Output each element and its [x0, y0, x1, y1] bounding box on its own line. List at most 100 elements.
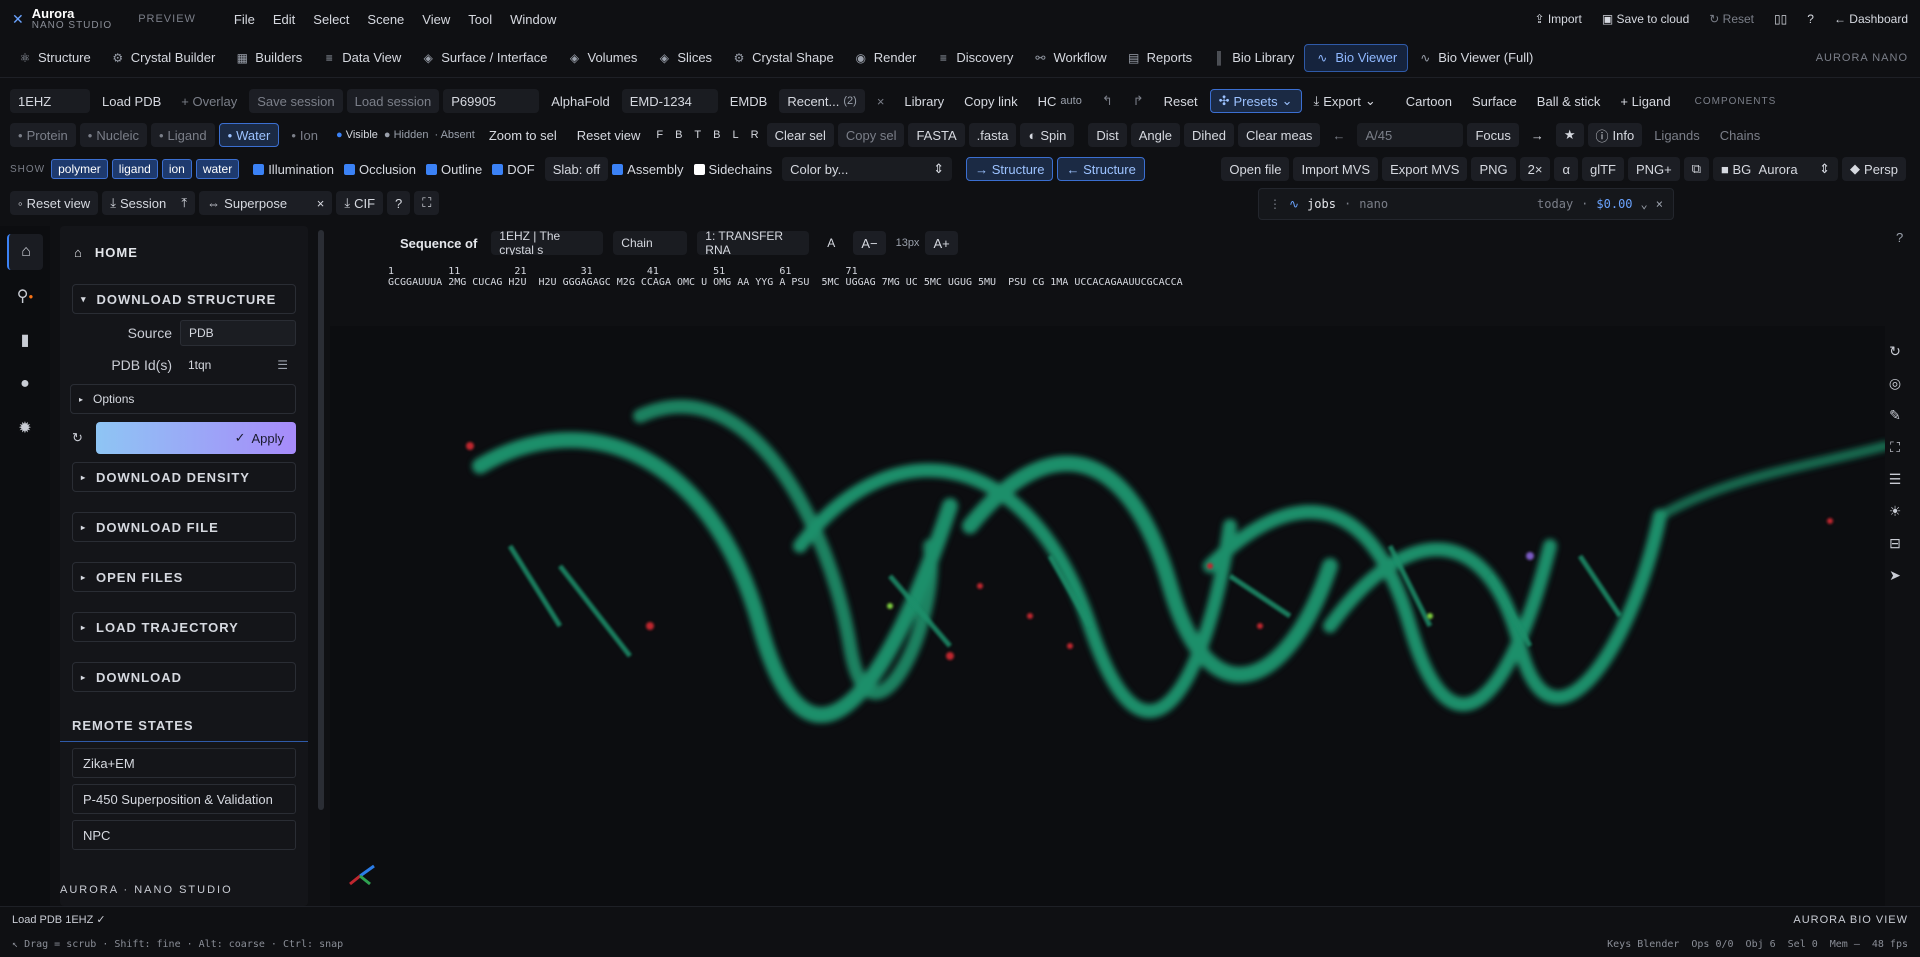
dist-button[interactable]: Dist	[1088, 123, 1127, 147]
save-cloud-button[interactable]: ▣ Save to cloud	[1602, 12, 1689, 26]
file-icon[interactable]: ▮	[7, 322, 43, 358]
uniprot-input[interactable]: P69905	[443, 89, 540, 113]
load-pdb-button[interactable]: Load PDB	[94, 89, 169, 113]
molecule-viewport[interactable]	[330, 326, 1885, 906]
copy-sel-button[interactable]: Copy sel	[837, 123, 905, 147]
view-top-button[interactable]: T	[690, 123, 705, 147]
nucleic-toggle[interactable]: • Nucleic	[79, 123, 147, 147]
options-section[interactable]: ▸ Options	[70, 384, 296, 414]
copy-link-button[interactable]: Copy link	[956, 89, 1025, 113]
apply-button[interactable]: ✓ Apply	[96, 422, 296, 454]
outline-checkbox[interactable]: Outline	[426, 162, 482, 177]
close-icon[interactable]: ×	[869, 89, 893, 113]
jobs-panel[interactable]: ⋮ ∿ jobs · nano today · $0.00 ⌄ ×	[1258, 188, 1674, 220]
source-select[interactable]: PDB	[180, 320, 296, 346]
pointer-icon[interactable]: ➤	[1878, 559, 1912, 591]
dashboard-link[interactable]: ← Dashboard	[1834, 12, 1908, 26]
sun-icon[interactable]: ☀	[1878, 495, 1912, 527]
pdb-id-input[interactable]: 1EHZ	[10, 89, 90, 113]
show-ion-pill[interactable]: ion	[161, 159, 192, 179]
tab-bio-library[interactable]: ║ Bio Library	[1202, 44, 1304, 72]
focus-button[interactable]: Focus	[1467, 123, 1519, 147]
open-file-button[interactable]: Open file	[1221, 157, 1290, 181]
entity-select[interactable]: 1EHZ | The crystal s	[491, 231, 604, 255]
illumination-checkbox[interactable]: Illumination	[253, 162, 334, 177]
expand-icon[interactable]: ⛶	[1878, 431, 1912, 463]
help-button[interactable]: ?	[1807, 12, 1814, 26]
tab-data-view[interactable]: ≡ Data View	[312, 44, 411, 72]
alphafold-button[interactable]: AlphaFold	[543, 89, 618, 113]
font-decrease-button[interactable]: A−	[853, 231, 886, 255]
cif-button[interactable]: ⤓ CIF	[336, 191, 384, 215]
menu-scene[interactable]: Scene	[367, 12, 404, 27]
surface-button[interactable]: Surface	[1464, 89, 1525, 113]
view-left-button[interactable]: L	[729, 123, 743, 147]
dihed-button[interactable]: Dihed	[1184, 123, 1234, 147]
download-density-section[interactable]: ▸ DOWNLOAD DENSITY	[72, 462, 296, 492]
fasta-download-button[interactable]: .fasta	[968, 123, 1017, 147]
perspective-button[interactable]: ◆ Persp	[1842, 157, 1906, 181]
view-back-button[interactable]: B	[671, 123, 686, 147]
tab-structure[interactable]: ⚛ Structure	[8, 44, 101, 72]
alpha-button[interactable]: α	[1554, 157, 1578, 181]
help-small-button[interactable]: ?	[387, 191, 411, 215]
view-bottom-button[interactable]: B	[709, 123, 724, 147]
tab-workflow[interactable]: ⚯ Workflow	[1023, 44, 1116, 72]
tab-surface-interface[interactable]: ◈ Surface / Interface	[411, 44, 557, 72]
tab-crystal-shape[interactable]: ⚙ Crystal Shape	[722, 44, 844, 72]
show-polymer-pill[interactable]: polymer	[51, 159, 108, 179]
tab-bio-viewer[interactable]: ∿ Bio Viewer	[1304, 43, 1409, 72]
menu-window[interactable]: Window	[510, 12, 556, 27]
hc-button[interactable]: HC auto	[1030, 89, 1090, 113]
ion-toggle[interactable]: • Ion	[283, 123, 326, 147]
circle-icon[interactable]: ●	[7, 366, 43, 402]
clear-meas-button[interactable]: Clear meas	[1237, 123, 1321, 147]
download-file-section[interactable]: ▸ DOWNLOAD FILE	[72, 512, 296, 542]
clear-sel-button[interactable]: Clear sel	[766, 123, 834, 147]
emdb-button[interactable]: EMDB	[722, 89, 776, 113]
bg-select[interactable]: ■ BG Aurora ⇕	[1713, 157, 1839, 181]
close-icon[interactable]: ×	[1656, 197, 1663, 211]
reset-view-button[interactable]: Reset view	[569, 123, 649, 147]
target-icon[interactable]: ◎	[1878, 367, 1912, 399]
library-button[interactable]: Library	[896, 89, 952, 113]
view-front-button[interactable]: F	[652, 123, 667, 147]
menu-view[interactable]: View	[422, 12, 450, 27]
tab-slices[interactable]: ◈ Slices	[647, 44, 722, 72]
reset-view-2-button[interactable]: ◦ Reset view	[10, 191, 99, 215]
export-button[interactable]: ⤓ Export ⌄	[1306, 89, 1384, 113]
import-mvs-button[interactable]: Import MVS	[1293, 157, 1379, 181]
copy-icon[interactable]: ⧉	[1683, 157, 1710, 181]
mode-button[interactable]: A	[819, 231, 843, 255]
save-session-button[interactable]: Save session	[249, 89, 343, 113]
load-session-button[interactable]: Load session	[346, 89, 440, 113]
show-water-pill[interactable]: water	[195, 159, 240, 179]
zoom-sel-button[interactable]: Zoom to sel	[481, 123, 565, 147]
menu-tool[interactable]: Tool	[468, 12, 492, 27]
tab-render[interactable]: ◉ Render	[844, 44, 927, 72]
menu-edit[interactable]: Edit	[273, 12, 295, 27]
home-header[interactable]: ⌂ HOME	[60, 226, 308, 278]
dof-checkbox[interactable]: DOF	[492, 162, 535, 177]
tab-crystal-builder[interactable]: ⚙ Crystal Builder	[101, 44, 226, 72]
remote-state-item[interactable]: P-450 Superposition & Validation	[72, 784, 296, 814]
redo-icon[interactable]: ↱	[1125, 89, 1152, 113]
home-icon[interactable]: ⌂	[7, 234, 43, 270]
menu-file[interactable]: File	[234, 12, 255, 27]
menu-select[interactable]: Select	[313, 12, 349, 27]
session-button[interactable]: ⤓ Session ⤒	[102, 191, 196, 215]
pdb-id-input[interactable]: 1tqn ☰	[180, 352, 296, 378]
load-trajectory-section[interactable]: ▸ LOAD TRAJECTORY	[72, 612, 296, 642]
open-files-section[interactable]: ▸ OPEN FILES	[72, 562, 296, 592]
remote-state-item[interactable]: Zika+EM	[72, 748, 296, 778]
chevron-down-icon[interactable]: ⌄	[1641, 197, 1648, 211]
ball-stick-button[interactable]: Ball & stick	[1529, 89, 1609, 113]
scale-2x-button[interactable]: 2×	[1519, 157, 1551, 181]
reset-scene-button[interactable]: Reset	[1156, 89, 1206, 113]
panel-scrollbar[interactable]	[318, 230, 324, 810]
show-ligand-pill[interactable]: ligand	[111, 159, 158, 179]
sliders-icon[interactable]: ☰	[1878, 463, 1912, 495]
prev-residue-icon[interactable]: ←	[1324, 123, 1353, 147]
tab-builders[interactable]: ▦ Builders	[225, 44, 312, 72]
keymap-indicator[interactable]: Keys Blender	[1607, 939, 1679, 950]
